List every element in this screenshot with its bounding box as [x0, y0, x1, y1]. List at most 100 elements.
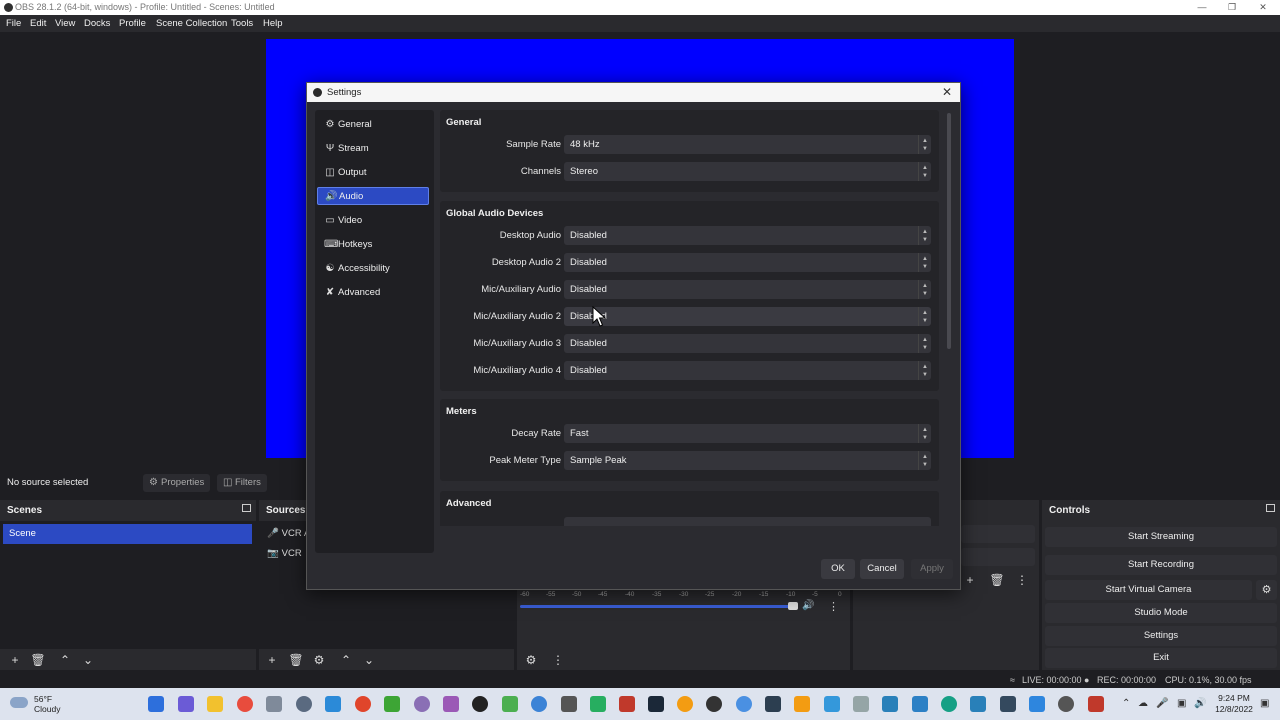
mic-aux-audio-4-select[interactable]: Disabled ▲ ▼ — [564, 361, 931, 380]
recorder-icon[interactable] — [355, 696, 371, 712]
properties-button[interactable]: ⚙ Properties — [143, 474, 210, 492]
sheets-icon[interactable] — [590, 696, 606, 712]
maximize-icon[interactable]: ❐ — [1226, 1, 1238, 13]
camtasia-icon[interactable] — [384, 696, 400, 712]
chevron-up-icon[interactable]: ⌃ — [1122, 698, 1130, 709]
move-up-icon[interactable]: ⌃ — [57, 652, 73, 668]
transition-select[interactable] — [961, 525, 1035, 543]
microphone-icon[interactable]: 🎤 — [1156, 698, 1168, 709]
move-down-icon[interactable]: ⌄ — [361, 652, 377, 668]
menu-edit[interactable]: Edit — [30, 18, 46, 29]
volume-slider-handle[interactable] — [788, 602, 798, 610]
nav-item-general[interactable]: ⚙ General — [317, 116, 429, 134]
app-icon[interactable] — [1088, 696, 1104, 712]
notification-icon[interactable]: ▣ — [1260, 698, 1269, 709]
add-source-icon[interactable]: + — [264, 652, 280, 668]
mic-aux-audio-select[interactable]: Disabled ▲ ▼ — [564, 280, 931, 299]
source-item[interactable]: 📷 VCR — [267, 548, 302, 559]
file-explorer-icon[interactable] — [207, 696, 223, 712]
move-up-icon[interactable]: ⌃ — [338, 652, 354, 668]
remove-transition-icon[interactable]: 🗑 — [989, 572, 1005, 588]
source-properties-icon[interactable]: ⚙ — [311, 652, 327, 668]
studio-mode-button[interactable]: Studio Mode — [1045, 603, 1277, 623]
close-icon[interactable]: ✕ — [939, 84, 955, 100]
menu-help[interactable]: Help — [263, 18, 283, 29]
app-icon[interactable] — [853, 696, 869, 712]
app-icon[interactable] — [736, 696, 752, 712]
transition-menu-icon[interactable]: ⋮ — [1014, 572, 1030, 588]
peak-meter-type-select[interactable]: Sample Peak ▲ ▼ — [564, 451, 931, 470]
menu-docks[interactable]: Docks — [84, 18, 110, 29]
advanced-audio-icon[interactable]: ⚙ — [523, 652, 539, 668]
teams-icon[interactable] — [178, 696, 194, 712]
filters-button[interactable]: ◫ Filters — [217, 474, 267, 492]
desktop-audio-select[interactable]: Disabled ▲ ▼ — [564, 226, 931, 245]
ok-button[interactable]: OK — [821, 559, 855, 579]
video-app-icon[interactable] — [619, 696, 635, 712]
settings-button[interactable]: Settings — [1045, 626, 1277, 646]
nav-item-output[interactable]: ◫ Output — [317, 164, 429, 182]
start-menu-icon[interactable] — [148, 696, 164, 712]
onedrive-icon[interactable]: ☁ — [1138, 698, 1148, 709]
duration-spinbox[interactable] — [961, 548, 1035, 566]
nav-item-hotkeys[interactable]: ⌨ Hotkeys — [317, 236, 429, 254]
app-icon[interactable] — [706, 696, 722, 712]
nav-item-stream[interactable]: Ψ Stream — [317, 140, 429, 158]
channels-select[interactable]: Stereo ▲ ▼ — [564, 162, 931, 181]
scene-list-item[interactable]: Scene — [3, 524, 252, 544]
undock-icon[interactable] — [242, 504, 251, 512]
remove-source-icon[interactable]: 🗑 — [288, 652, 304, 668]
settings-app-icon[interactable] — [296, 696, 312, 712]
source-item[interactable]: 🎤 VCR A — [267, 528, 310, 539]
vlc-icon[interactable] — [794, 696, 810, 712]
start-virtual-camera-button[interactable]: Start Virtual Camera — [1045, 580, 1252, 600]
app-icon[interactable] — [765, 696, 781, 712]
apply-button[interactable]: Apply — [911, 559, 953, 579]
app-icon[interactable] — [1058, 696, 1074, 712]
chrome-icon[interactable] — [237, 696, 253, 712]
move-down-icon[interactable]: ⌄ — [80, 652, 96, 668]
browser-icon[interactable] — [531, 696, 547, 712]
menu-view[interactable]: View — [55, 18, 75, 29]
virtual-camera-settings-icon[interactable]: ⚙ — [1256, 580, 1277, 600]
app-icon[interactable] — [970, 696, 986, 712]
cancel-button[interactable]: Cancel — [860, 559, 904, 579]
add-transition-icon[interactable]: + — [962, 572, 978, 588]
shield-icon[interactable] — [1000, 696, 1016, 712]
minimize-icon[interactable]: — — [1196, 1, 1208, 13]
app-icon[interactable] — [502, 696, 518, 712]
menu-tools[interactable]: Tools — [231, 18, 253, 29]
nav-item-accessibility[interactable]: ☯ Accessibility — [317, 260, 429, 278]
sample-rate-select[interactable]: 48 kHz ▲ ▼ — [564, 135, 931, 154]
tool-icon[interactable] — [561, 696, 577, 712]
add-scene-icon[interactable]: + — [7, 652, 23, 668]
volume-icon[interactable]: 🔊 — [1194, 698, 1206, 709]
app-icon[interactable] — [912, 696, 928, 712]
menu-scene-collection[interactable]: Scene Collection — [156, 18, 227, 29]
nav-item-audio[interactable]: 🔊 Audio — [317, 187, 429, 205]
media-app-icon[interactable] — [414, 696, 430, 712]
close-icon[interactable]: ✕ — [1257, 1, 1269, 13]
speaker-icon[interactable]: 🔊 — [802, 600, 814, 611]
photos-icon[interactable] — [325, 696, 341, 712]
app-icon[interactable] — [1029, 696, 1045, 712]
mixer-channel-menu-icon[interactable]: ⋮ — [828, 600, 839, 613]
nav-item-advanced[interactable]: ✘ Advanced — [317, 284, 429, 302]
app-icon[interactable] — [941, 696, 957, 712]
network-icon[interactable]: ▣ — [1177, 698, 1186, 709]
settings-scrollbar[interactable] — [947, 113, 951, 349]
decay-rate-select[interactable]: Fast ▲ ▼ — [564, 424, 931, 443]
taskbar-clock[interactable]: 9:24 PM 12/8/2022 — [1212, 693, 1256, 715]
obs-taskbar-icon[interactable] — [472, 696, 488, 712]
menu-file[interactable]: File — [6, 18, 21, 29]
steam-icon[interactable] — [648, 696, 664, 712]
mic-aux-audio-3-select[interactable]: Disabled ▲ ▼ — [564, 334, 931, 353]
mixer-menu-icon[interactable]: ⋮ — [550, 652, 566, 668]
editor-app-icon[interactable] — [443, 696, 459, 712]
app-icon[interactable] — [882, 696, 898, 712]
start-streaming-button[interactable]: Start Streaming — [1045, 527, 1277, 547]
nav-item-video[interactable]: ▭ Video — [317, 212, 429, 230]
app-icon[interactable] — [677, 696, 693, 712]
volume-slider[interactable] — [520, 605, 798, 608]
desktop-audio-2-select[interactable]: Disabled ▲ ▼ — [564, 253, 931, 272]
